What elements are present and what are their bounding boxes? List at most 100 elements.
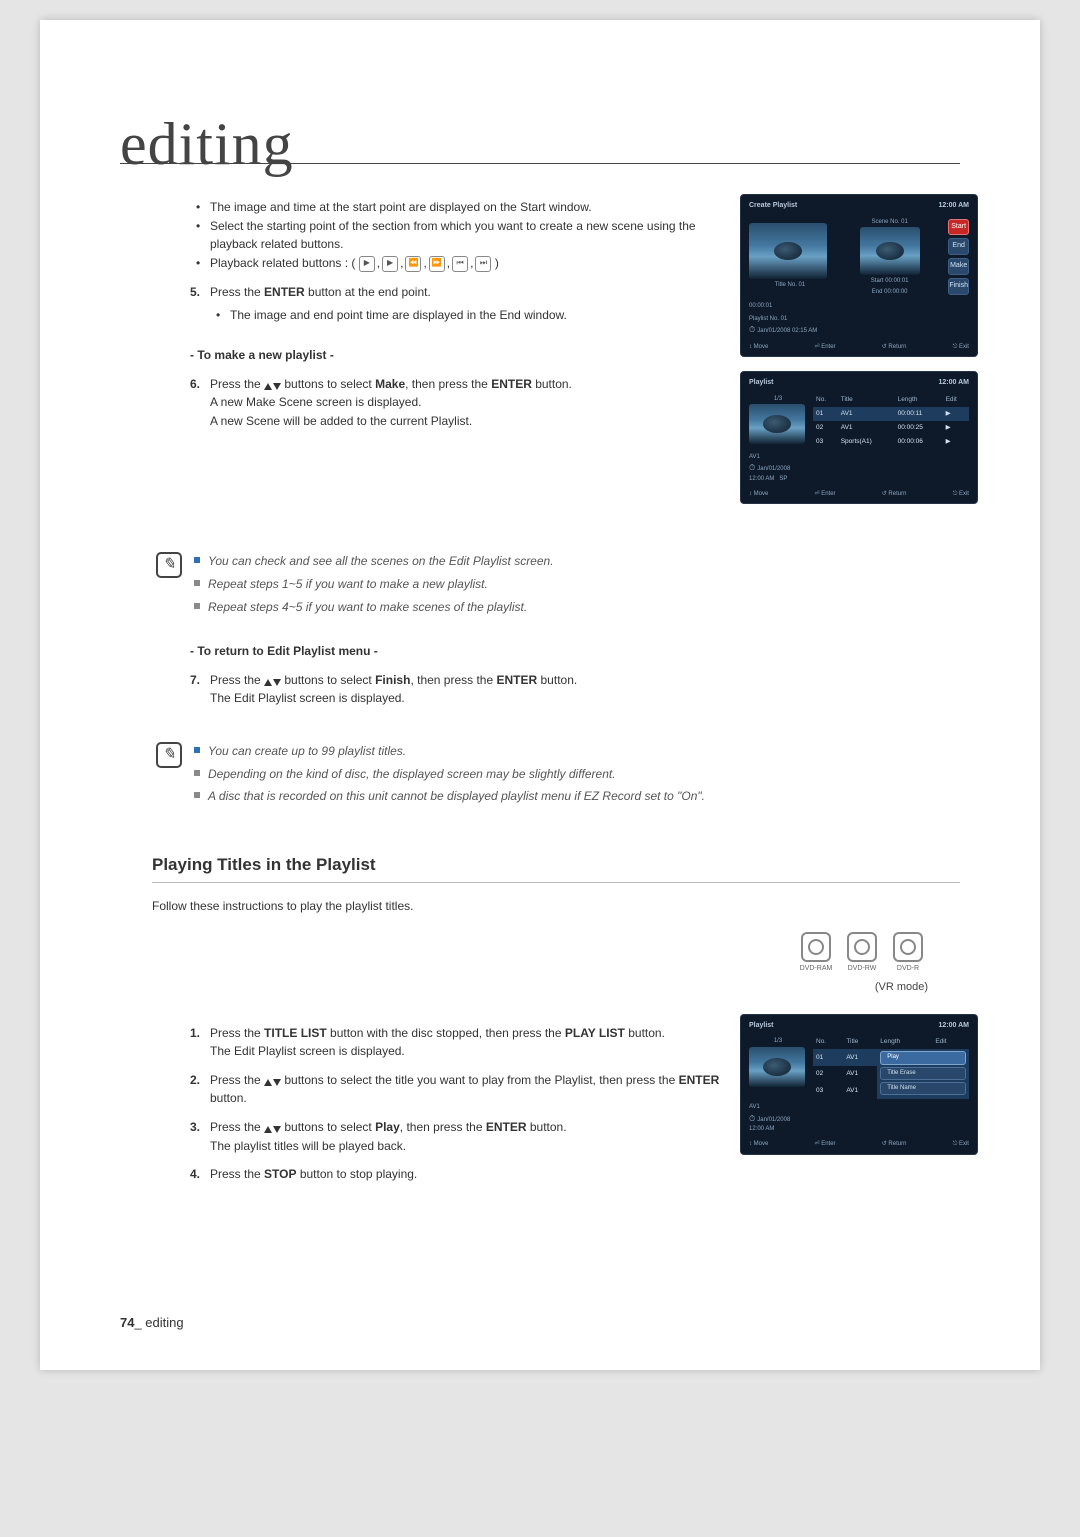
osd-date: Jan/01/2008 02:15 AM [749,328,817,334]
osd-btn-start[interactable]: Start [948,219,969,236]
osd-bottombar: ↕ Move ⏎ Enter ↺ Return ⎋ Exit [749,1140,969,1149]
t: AV1 [749,1104,760,1110]
bullet-dot: • [216,306,224,325]
osd-thumb-col: 1/3 [749,1035,807,1099]
osd-playlist-menu: Playlist 12:00 AM 1/3 No. Titl [740,1014,978,1155]
osd-btn-end[interactable]: End [948,238,969,255]
osd-meta: AV1 Jan/01/2008 12:00 AM [749,1103,969,1134]
t-bold: ENTER [679,1073,720,1087]
osd-menu-name[interactable]: Title Name [880,1082,966,1095]
step-num: 3. [190,1118,204,1155]
t: Press the [210,1073,264,1087]
t: buttons to select the title you want to … [281,1073,679,1087]
t: , then press the [400,1120,486,1134]
up-down-arrows-icon [264,383,281,390]
return-subhead: - To return to Edit Playlist menu - [190,642,960,661]
dvd-rw-icon [847,932,877,962]
t-bold: ENTER [491,377,532,391]
make-playlist-subhead: - To make a new playlist - [190,346,726,365]
osd-clock: 12:00 AM [939,201,969,212]
osd-pl-label: Playlist No. 01 [749,316,787,322]
osd-menu-erase[interactable]: Title Erase [880,1067,966,1080]
t: Depending on the kind of disc, the displ… [208,765,616,784]
top-two-col: • The image and time at the start point … [120,194,960,518]
t: You can create up to 99 playlist titles. [208,742,406,761]
osd-sidebuttons: Start End Make Finish [948,219,969,295]
t: button. [532,377,572,391]
content: • The image and time at the start point … [120,194,960,1184]
osd-menu-play[interactable]: Play [880,1051,966,1064]
square-bullet-icon [194,557,200,563]
osd-clock: 12:00 AM [939,1021,969,1032]
osd-meta: Playlist No. 01 Jan/01/2008 02:15 AM [749,315,969,337]
square-bullet-icon [194,770,200,776]
step-text: Press the TITLE LIST button with the dis… [210,1024,726,1061]
osd-create-playlist: Create Playlist 12:00 AM Title No. 01 Sc… [740,194,978,357]
disc-label: DVD-RAM [796,964,836,975]
step7-line2: The Edit Playlist screen is displayed. [210,689,960,708]
osd-start-text: Start 00:00:01 [837,277,942,286]
t: , then press the [405,377,491,391]
playback-text-pre: Playback related buttons : ( [210,256,355,270]
osd-table-col: No. Title Length Edit 01 AV1 Play [813,1035,969,1099]
t-bold: ENTER [486,1120,527,1134]
square-bullet-icon [194,580,200,586]
t: Press the [210,377,264,391]
osd-exit: ⎋ Exit [953,490,969,499]
osd-table-col: No. Title Length Edit 01 AV1 00:00:11 ▶ [813,393,969,449]
t-bold: STOP [264,1167,296,1181]
osd-btn-finish[interactable]: Finish [948,278,969,295]
footer-section: _ editing [134,1315,183,1330]
t: button to stop playing. [297,1167,418,1181]
t: Press the [210,673,264,687]
note-row: Repeat steps 1~5 if you want to make a n… [194,575,960,594]
osd-thumb [749,1047,805,1087]
bullet-row: • Playback related buttons : ( ▶, ▶, ⏪, … [196,254,726,273]
t: AV1 [749,454,760,460]
osd-row[interactable]: 02 AV1 00:00:25 ▶ [813,421,969,435]
t: button. [210,1091,247,1105]
t: The playlist titles will be played back. [210,1137,726,1156]
osd-row[interactable]: 01 AV1 00:00:11 ▶ [813,407,969,421]
t-bold: ENTER [264,285,305,299]
osd-title: Create Playlist [749,201,797,212]
step-text: Press the ENTER button at the end point.… [210,283,726,324]
note-row: You can create up to 99 playlist titles. [194,742,960,761]
th-no: No. [813,393,838,407]
play-right: Playlist 12:00 AM 1/3 No. Titl [740,1014,960,1184]
note-text: You can check and see all the scenes on … [194,552,960,620]
t-bold: Play [375,1120,400,1134]
osd-enter: ⏎ Enter [815,343,836,352]
osd-scene-row: Title No. 01 Scene No. 01 Start 00:00:01… [749,216,969,298]
t: Repeat steps 1~5 if you want to make a n… [208,575,488,594]
t: button. [537,673,577,687]
play-left: 1. Press the TITLE LIST button with the … [120,1014,726,1184]
forward-icon: ⏩ [429,256,445,272]
step6-line2: A new Make Scene screen is displayed. [210,393,726,412]
t: 12:00 AM [749,476,774,482]
th-title: Title [838,393,895,407]
t-bold: Make [375,377,405,391]
play-outline-icon: ▶ [359,256,375,272]
step-num: 4. [190,1165,204,1184]
osd-thumb-scene [860,227,920,275]
t: Jan/01/2008 [749,1117,790,1123]
bullet-text: The image and end point time are display… [230,306,567,325]
bullet-text: The image and time at the start point ar… [210,198,592,217]
th-len: Length [895,393,943,407]
th-title: Title [843,1035,877,1049]
osd-row[interactable]: 03 Sports(A1) 00:00:06 ▶ [813,435,969,449]
osd-row[interactable]: 01 AV1 Play Title Erase Title Name [813,1049,969,1066]
osd-bottombar: ↕ Move ⏎ Enter ↺ Return ⎋ Exit [749,490,969,499]
note-box-1: ✎ You can check and see all the scenes o… [156,552,960,620]
osd-thumb-col: 1/3 [749,393,807,449]
t-bold: Finish [375,673,410,687]
note-row: A disc that is recorded on this unit can… [194,787,960,806]
th-edit: Edit [932,1035,969,1049]
t: Press the [210,285,264,299]
bullet-text: Playback related buttons : ( ▶, ▶, ⏪, ⏩,… [210,254,499,273]
osd-btn-make[interactable]: Make [948,258,969,275]
bullet-dot: • [196,198,204,217]
osd-popup-menu: Play Title Erase Title Name [877,1049,969,1099]
step-4: 4. Press the STOP button to stop playing… [190,1165,726,1184]
